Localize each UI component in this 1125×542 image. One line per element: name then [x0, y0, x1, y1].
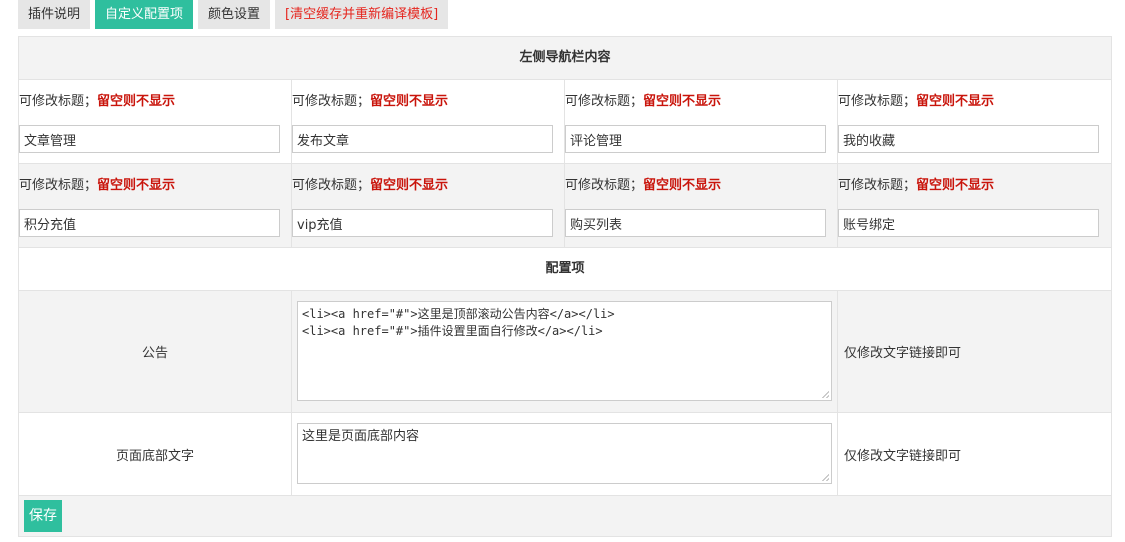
nav-item-title-input[interactable]: [292, 209, 553, 237]
footer-text-label: 页面底部文字: [18, 412, 292, 496]
nav-item-title-input[interactable]: [838, 209, 1099, 237]
notice-textarea[interactable]: <li><a href="#">这里是顶部滚动公告内容</a></li> <li…: [298, 302, 831, 400]
nav-item-cell: 可修改标题；留空则不显示: [18, 79, 292, 164]
nav-item-title-input[interactable]: [838, 125, 1099, 153]
notice-note: 仅修改文字链接即可: [836, 290, 1113, 413]
nav-item-cell: 可修改标题；留空则不显示: [291, 79, 565, 164]
footer-editor-cell: 这里是页面底部内容: [291, 412, 838, 496]
nav-item-title-input[interactable]: [292, 125, 553, 153]
config-table: 左侧导航栏内容 可修改标题；留空则不显示 可修改标题；留空则不显示 可修改标题；…: [17, 36, 1113, 537]
label-hint: 留空则不显示: [916, 178, 995, 193]
nav-item-label: 可修改标题；留空则不显示: [292, 177, 564, 195]
save-row: 保存: [17, 495, 1113, 537]
label-hint: 留空则不显示: [97, 178, 176, 193]
label-hint: 留空则不显示: [916, 94, 995, 109]
nav-item-cell: 可修改标题；留空则不显示: [18, 163, 292, 248]
tab-plugin-description[interactable]: 插件说明: [18, 0, 91, 29]
label-hint: 留空则不显示: [370, 178, 449, 193]
label-prefix: 可修改标题；: [565, 94, 644, 109]
nav-item-cell: 可修改标题；留空则不显示: [836, 163, 1113, 248]
nav-item-title-input[interactable]: [19, 125, 280, 153]
label-prefix: 可修改标题；: [19, 94, 98, 109]
nav-section-title: 左侧导航栏内容: [17, 36, 1113, 80]
footer-note: 仅修改文字链接即可: [836, 412, 1113, 496]
nav-item-cell: 可修改标题；留空则不显示: [564, 163, 838, 248]
label-hint: 留空则不显示: [370, 94, 449, 109]
label-prefix: 可修改标题；: [565, 178, 644, 193]
nav-item-label: 可修改标题；留空则不显示: [838, 93, 1111, 111]
resize-grip-icon[interactable]: [821, 390, 829, 398]
notice-textarea-wrap: <li><a href="#">这里是顶部滚动公告内容</a></li> <li…: [297, 301, 832, 401]
label-prefix: 可修改标题；: [838, 94, 917, 109]
nav-item-cell: 可修改标题；留空则不显示: [836, 79, 1113, 164]
footer-textarea[interactable]: 这里是页面底部内容: [298, 424, 831, 483]
nav-item-cell: 可修改标题；留空则不显示: [564, 79, 838, 164]
nav-item-label: 可修改标题；留空则不显示: [19, 93, 291, 111]
save-button[interactable]: 保存: [24, 500, 62, 532]
nav-item-label: 可修改标题；留空则不显示: [838, 177, 1111, 195]
nav-item-label: 可修改标题；留空则不显示: [565, 177, 837, 195]
label-hint: 留空则不显示: [97, 94, 176, 109]
config-section-title: 配置项: [17, 247, 1113, 291]
nav-item-label: 可修改标题；留空则不显示: [19, 177, 291, 195]
resize-grip-icon[interactable]: [821, 473, 829, 481]
nav-item-cell: 可修改标题；留空则不显示: [291, 163, 565, 248]
tab-color-settings[interactable]: 颜色设置: [198, 0, 271, 29]
label-prefix: 可修改标题；: [292, 178, 371, 193]
label-hint: 留空则不显示: [643, 178, 722, 193]
label-prefix: 可修改标题；: [838, 178, 917, 193]
tab-clear-cache[interactable]: [清空缓存并重新编译模板]: [275, 0, 449, 29]
label-prefix: 可修改标题；: [292, 94, 371, 109]
nav-item-title-input[interactable]: [19, 209, 280, 237]
nav-item-title-input[interactable]: [565, 209, 826, 237]
label-prefix: 可修改标题；: [19, 178, 98, 193]
nav-item-label: 可修改标题；留空则不显示: [292, 93, 564, 111]
notice-label: 公告: [18, 290, 292, 413]
tab-custom-config[interactable]: 自定义配置项: [95, 0, 194, 29]
nav-item-title-input[interactable]: [565, 125, 826, 153]
notice-editor-cell: <li><a href="#">这里是顶部滚动公告内容</a></li> <li…: [291, 290, 838, 413]
label-hint: 留空则不显示: [643, 94, 722, 109]
nav-item-label: 可修改标题；留空则不显示: [565, 93, 837, 111]
tab-bar: 插件说明 自定义配置项 颜色设置 [清空缓存并重新编译模板]: [18, 0, 453, 29]
footer-textarea-wrap: 这里是页面底部内容: [297, 423, 832, 484]
